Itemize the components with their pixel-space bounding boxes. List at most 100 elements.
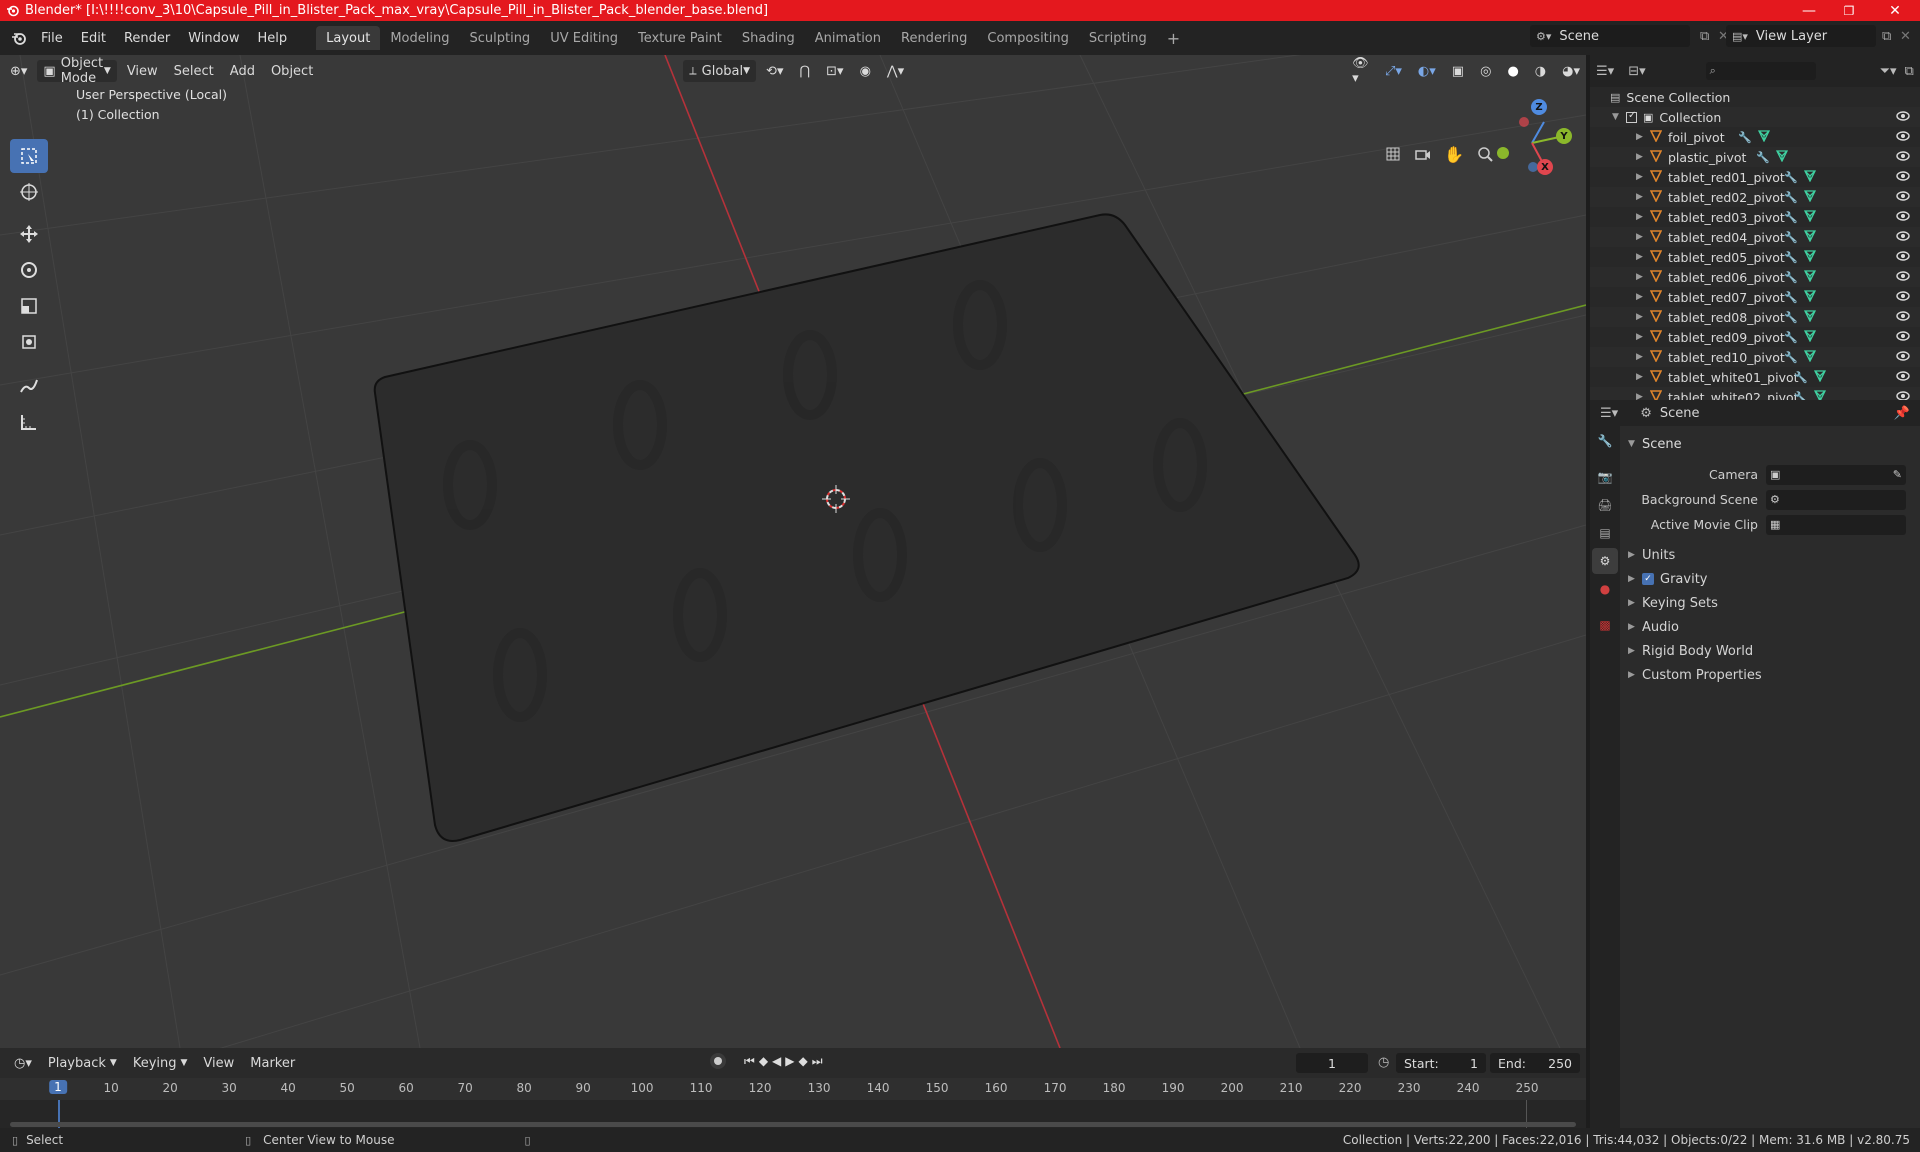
start-frame-field[interactable]: Start: 1 <box>1396 1053 1486 1073</box>
end-frame-field[interactable]: End: 250 <box>1490 1053 1580 1073</box>
next-keyframe-icon[interactable]: ◆ <box>799 1054 808 1068</box>
measure-tool[interactable] <box>10 405 48 439</box>
eye-icon[interactable] <box>1896 110 1910 125</box>
timeline-ruler[interactable]: 1 10 20 30 40 50 60 70 80 90 100 110 120 130 140 150 160… <box>0 1078 1586 1100</box>
pivot-point-icon[interactable]: ⟲▾ <box>760 60 789 82</box>
eye-icon[interactable] <box>1896 350 1910 365</box>
eyedropper-icon[interactable]: ✎ <box>1893 468 1902 481</box>
new-scene-icon[interactable]: ⧉ <box>1694 25 1710 47</box>
gizmo-y-label[interactable]: Y <box>1556 128 1572 144</box>
wireframe-shading-icon[interactable]: ◎ <box>1474 60 1497 82</box>
mesh-data-icon[interactable] <box>1803 249 1816 265</box>
outliner-row-tablet-red09-pivot[interactable]: ▶ tablet_red09_pivot 🔧 <box>1590 327 1920 347</box>
close-button[interactable]: ✕ <box>1872 0 1918 21</box>
tab-rendering[interactable]: Rendering <box>891 26 977 50</box>
outliner-row-tablet-red08-pivot[interactable]: ▶ tablet_red08_pivot 🔧 <box>1590 307 1920 327</box>
mesh-data-icon[interactable] <box>1803 229 1816 245</box>
outliner-row-scene-collection[interactable]: ▤ Scene Collection <box>1590 87 1920 107</box>
outliner-row-tablet-red10-pivot[interactable]: ▶ tablet_red10_pivot 🔧 <box>1590 347 1920 367</box>
toggle-grid-icon[interactable] <box>1380 141 1406 167</box>
expand-arrow-icon[interactable]: ▶ <box>1636 332 1650 342</box>
cursor-tool[interactable] <box>10 175 48 209</box>
pan-view-icon[interactable]: ✋ <box>1441 141 1467 167</box>
mesh-data-icon[interactable] <box>1803 349 1816 365</box>
falloff-icon[interactable]: ⋀▾ <box>881 60 910 82</box>
snap-icon[interactable]: ⋂ <box>793 60 816 82</box>
xray-icon[interactable]: ▣ <box>1446 60 1470 82</box>
material-shading-icon[interactable]: ◑ <box>1529 60 1552 82</box>
menu-add[interactable]: Add <box>224 60 261 82</box>
tab-animation[interactable]: Animation <box>805 26 891 50</box>
gravity-panel[interactable]: ▶ ✓ Gravity <box>1620 567 1920 591</box>
eye-icon[interactable] <box>1896 210 1910 225</box>
rendered-shading-icon[interactable]: ◕▾ <box>1556 60 1586 82</box>
modifier-wrench-icon[interactable]: 🔧 <box>1784 291 1798 304</box>
expand-arrow-icon[interactable]: ▶ <box>1636 132 1650 142</box>
gizmo-x-label[interactable]: X <box>1537 159 1553 175</box>
active-movie-clip-field[interactable]: ▦ <box>1766 514 1906 535</box>
eye-icon[interactable] <box>1896 290 1910 305</box>
menu-edit[interactable]: Edit <box>72 26 115 50</box>
modifier-wrench-icon[interactable]: 🔧 <box>1784 191 1798 204</box>
outliner-editor-icon[interactable]: ☰▾ <box>1596 64 1614 79</box>
select-box-tool[interactable] <box>10 139 48 173</box>
outliner-row-foil-pivot[interactable]: ▶ foil_pivot 🔧 <box>1590 127 1920 147</box>
proportional-edit-icon[interactable]: ◉ <box>854 60 877 82</box>
mesh-data-icon[interactable] <box>1803 309 1816 325</box>
eye-icon[interactable] <box>1896 230 1910 245</box>
view-layer-props-tab-icon[interactable]: ▤ <box>1592 520 1618 546</box>
tab-scripting[interactable]: Scripting <box>1079 26 1157 50</box>
modifier-wrench-icon[interactable]: 🔧 <box>1784 251 1798 264</box>
units-panel[interactable]: ▶ Units <box>1620 543 1920 567</box>
menu-timeline-view[interactable]: View <box>197 1052 240 1074</box>
menu-keying[interactable]: Keying ▼ <box>127 1052 194 1074</box>
eye-icon[interactable] <box>1896 130 1910 145</box>
current-frame-field[interactable]: 1 <box>1296 1053 1368 1073</box>
tool-props-tab-icon[interactable]: 🔧 <box>1592 428 1618 454</box>
annotate-tool[interactable] <box>10 369 48 403</box>
eye-icon[interactable] <box>1896 170 1910 185</box>
tab-uv-editing[interactable]: UV Editing <box>540 26 628 50</box>
expand-arrow-icon[interactable]: ▶ <box>1636 252 1650 262</box>
current-frame-marker[interactable]: 1 <box>49 1080 67 1094</box>
outliner-row-tablet-red06-pivot[interactable]: ▶ tablet_red06_pivot 🔧 <box>1590 267 1920 287</box>
pin-icon[interactable]: 📌 <box>1894 406 1910 421</box>
background-scene-field[interactable]: ⚙ <box>1766 489 1906 510</box>
modifier-wrench-icon[interactable]: 🔧 <box>1784 331 1798 344</box>
menu-view[interactable]: View <box>121 60 164 82</box>
tab-shading[interactable]: Shading <box>732 26 805 50</box>
rotate-tool[interactable] <box>10 253 48 287</box>
custom-properties-panel[interactable]: ▶ Custom Properties <box>1620 663 1920 687</box>
modifier-wrench-icon[interactable]: 🔧 <box>1794 371 1808 384</box>
expand-arrow-icon[interactable]: ▶ <box>1636 312 1650 322</box>
scene-selector[interactable]: ⚙▾ Scene <box>1530 25 1690 47</box>
gizmo-z-label[interactable]: Z <box>1531 99 1547 115</box>
modifier-wrench-icon[interactable]: 🔧 <box>1784 351 1798 364</box>
collection-checkbox[interactable]: ✓ <box>1626 110 1637 123</box>
tab-texture-paint[interactable]: Texture Paint <box>628 26 732 50</box>
record-icon[interactable] <box>710 1053 726 1069</box>
display-mode-icon[interactable]: ⊟▾ <box>1628 64 1645 79</box>
clock-icon[interactable]: ◷ <box>1378 1055 1389 1070</box>
eye-icon[interactable] <box>1896 310 1910 325</box>
maximize-button[interactable]: ❐ <box>1826 0 1872 21</box>
menu-object[interactable]: Object <box>265 60 319 82</box>
eye-icon[interactable] <box>1896 150 1910 165</box>
gizmo-toggle-icon[interactable]: ⤢▾ <box>1379 60 1408 82</box>
solid-shading-icon[interactable]: ● <box>1501 60 1524 82</box>
audio-panel[interactable]: ▶ Audio <box>1620 615 1920 639</box>
3d-viewport[interactable]: Z Y X ⊕▾ ▣ Object Mode ▼ View Select Add… <box>0 55 1586 1048</box>
menu-marker[interactable]: Marker <box>244 1052 301 1074</box>
navigation-gizmo[interactable] <box>1497 117 1565 172</box>
mesh-data-icon[interactable] <box>1813 369 1826 385</box>
move-tool[interactable] <box>10 217 48 251</box>
mesh-data-icon[interactable] <box>1803 329 1816 345</box>
keying-sets-panel[interactable]: ▶ Keying Sets <box>1620 591 1920 615</box>
texture-props-tab-icon[interactable]: ▩ <box>1592 612 1618 638</box>
menu-render[interactable]: Render <box>115 26 179 50</box>
add-workspace-button[interactable]: + <box>1157 26 1190 50</box>
mesh-data-icon[interactable] <box>1803 189 1816 205</box>
expand-arrow-icon[interactable]: ▶ <box>1636 232 1650 242</box>
outliner-row-tablet-red01-pivot[interactable]: ▶ tablet_red01_pivot 🔧 <box>1590 167 1920 187</box>
modifier-wrench-icon[interactable]: 🔧 <box>1756 151 1770 164</box>
